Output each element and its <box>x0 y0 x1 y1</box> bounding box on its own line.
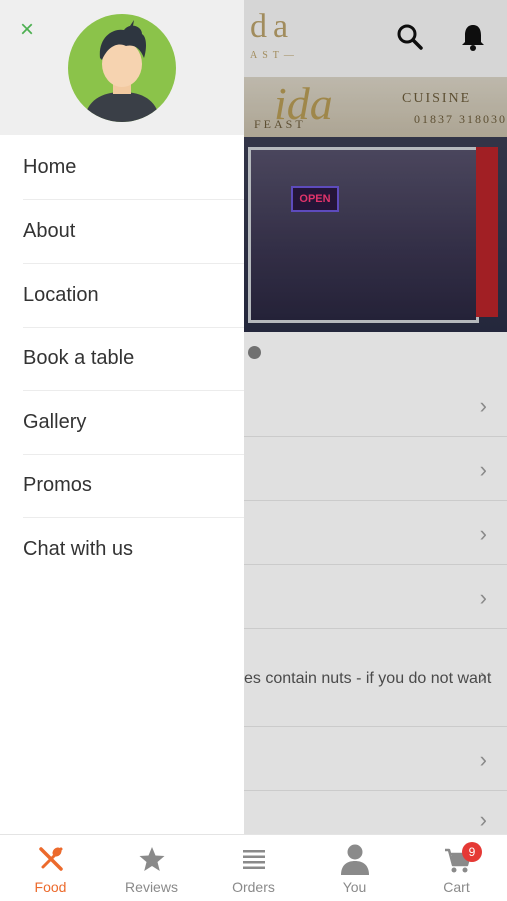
avatar[interactable] <box>68 14 176 122</box>
tab-food[interactable]: Food <box>0 835 101 901</box>
nav-item-book-a-table[interactable]: Book a table <box>23 327 244 391</box>
user-avatar-icon <box>84 20 160 122</box>
nav-item-about[interactable]: About <box>23 200 244 264</box>
nav-item-chat-with-us[interactable]: Chat with us <box>23 518 244 581</box>
tab-label: You <box>342 879 367 895</box>
nav-item-gallery[interactable]: Gallery <box>23 391 244 455</box>
tab-orders[interactable]: Orders <box>203 835 304 901</box>
tab-label: Food <box>34 879 67 895</box>
person-icon <box>341 844 369 875</box>
tab-reviews[interactable]: Reviews <box>101 835 202 901</box>
navigation-drawer: × Home About Location Book a table Galle… <box>0 0 244 834</box>
cutlery-icon <box>39 847 63 871</box>
tab-label: Cart <box>443 879 470 895</box>
drawer-header: × <box>0 0 244 135</box>
nav-item-promos[interactable]: Promos <box>23 454 244 518</box>
list-icon <box>243 850 265 869</box>
nav-item-home[interactable]: Home <box>23 136 244 200</box>
tab-cart[interactable]: 9 Cart <box>406 835 507 901</box>
nav-item-location[interactable]: Location <box>23 264 244 328</box>
cart-count-badge: 9 <box>462 842 482 862</box>
star-icon <box>139 847 165 871</box>
tab-label: Reviews <box>125 879 178 895</box>
bottom-tab-bar: Food Reviews Orders You 9 Cart <box>0 834 507 901</box>
tab-you[interactable]: You <box>304 835 405 901</box>
close-icon[interactable]: × <box>20 18 40 42</box>
tab-label: Orders <box>232 879 275 895</box>
